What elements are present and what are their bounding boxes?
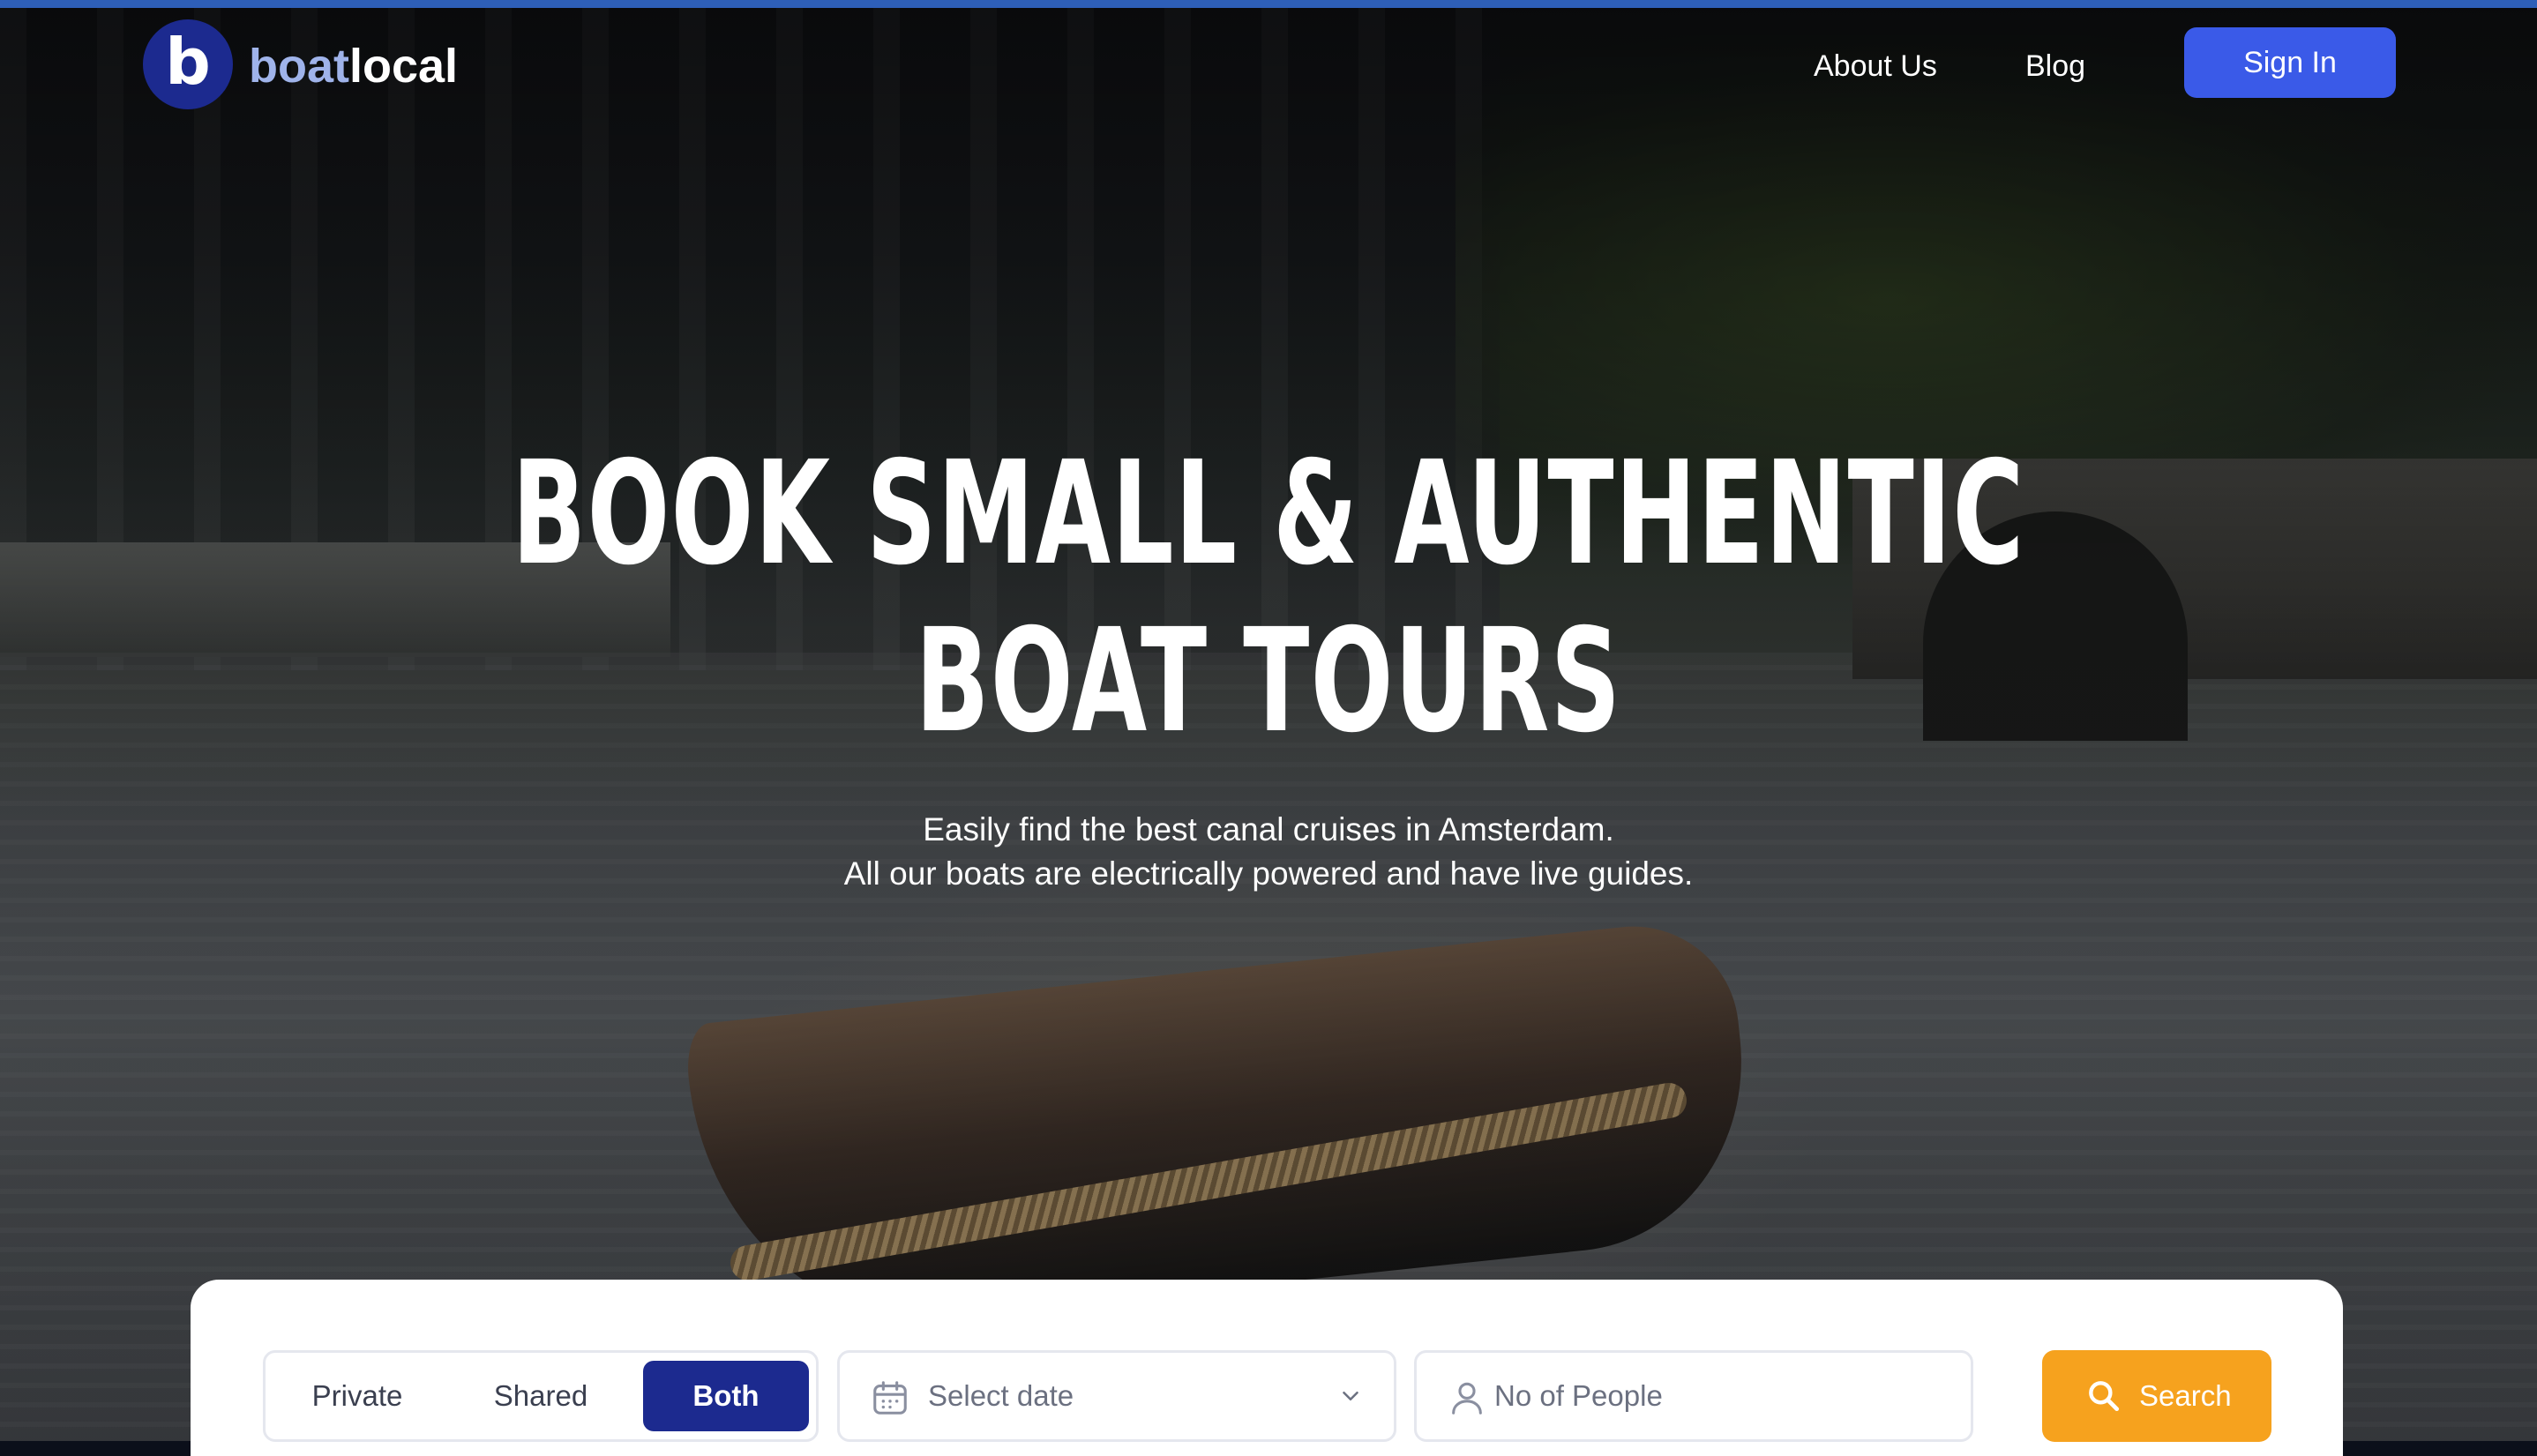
user-icon xyxy=(1452,1382,1482,1415)
chevron-down-icon xyxy=(1343,1392,1358,1400)
people-input[interactable]: No of People xyxy=(1414,1350,1973,1442)
tour-type-toggle: Private Shared Both xyxy=(263,1350,819,1442)
logo-wordmark[interactable]: boatlocal xyxy=(249,40,458,93)
calendar-icon xyxy=(873,1381,907,1415)
logo-wordmark-part2: local xyxy=(349,40,459,93)
hero-headline-line1: BOOK SMALL & AUTHENTIC xyxy=(512,431,2025,597)
tour-type-both[interactable]: Both xyxy=(643,1361,809,1431)
hero-headline-line2: BOAT TOURS xyxy=(915,599,1622,765)
search-panel: Private Shared Both Select date No of Pe… xyxy=(191,1280,2343,1456)
date-select-placeholder: Select date xyxy=(928,1379,1074,1412)
search-icon xyxy=(2089,1381,2120,1412)
people-input-placeholder: No of People xyxy=(1494,1379,1663,1412)
logo-icon[interactable]: b xyxy=(143,19,233,109)
date-select[interactable]: Select date xyxy=(837,1350,1396,1442)
top-accent-bar xyxy=(0,0,2537,8)
hero-headline: BOOK SMALL & AUTHENTIC BOAT TOURS xyxy=(406,430,2131,765)
nav-about-us[interactable]: About Us xyxy=(1814,47,1937,86)
site-header: b boatlocal About Us Blog Sign In xyxy=(0,8,2537,123)
tour-type-shared[interactable]: Shared xyxy=(461,1361,620,1431)
tour-type-private[interactable]: Private xyxy=(278,1361,437,1431)
hero-subtitle-line2: All our boats are electrically powered a… xyxy=(843,855,1694,892)
search-button[interactable]: Search xyxy=(2042,1350,2271,1442)
hero-subtitle: Easily find the best canal cruises in Am… xyxy=(0,808,2537,896)
nav-blog[interactable]: Blog xyxy=(2025,47,2085,86)
logo-wordmark-part1: boat xyxy=(249,40,349,93)
search-button-label: Search xyxy=(2139,1379,2232,1412)
sign-in-button[interactable]: Sign In xyxy=(2184,27,2396,98)
hero-subtitle-line1: Easily find the best canal cruises in Am… xyxy=(923,811,1614,847)
